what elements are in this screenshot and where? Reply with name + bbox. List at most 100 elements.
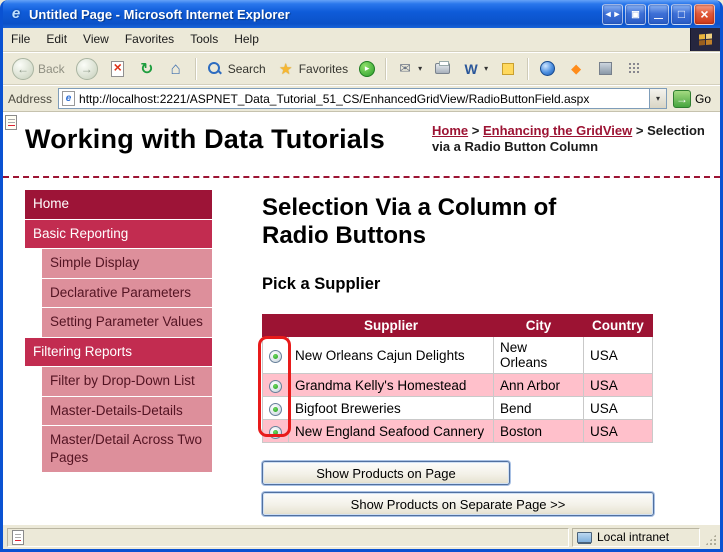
menu-help[interactable]: Help — [226, 28, 267, 51]
back-button[interactable]: ← Back — [8, 56, 69, 82]
cell-supplier: Bigfoot Breweries — [289, 397, 494, 420]
favorites-button[interactable]: ★ Favorites — [273, 58, 352, 80]
header-country: Country — [584, 315, 653, 337]
cell-country: USA — [584, 374, 653, 397]
cell-supplier: Grandma Kelly's Homestead — [289, 374, 494, 397]
table-row: Grandma Kelly's Homestead Ann Arbor USA — [263, 374, 653, 397]
cell-country: USA — [584, 397, 653, 420]
media-button[interactable]: ▸ — [355, 59, 379, 79]
sidebar-item-filter-by-dropdown-list[interactable]: Filter by Drop-Down List — [42, 367, 212, 396]
address-url: http://localhost:2221/ASPNET_Data_Tutori… — [79, 92, 645, 106]
table-row: Bigfoot Breweries Bend USA — [263, 397, 653, 420]
address-input[interactable]: e http://localhost:2221/ASPNET_Data_Tuto… — [58, 88, 667, 109]
back-arrow-icon: ← — [12, 58, 34, 80]
breadcrumb-separator: > — [632, 123, 647, 138]
titlebar-nav-button[interactable]: ◄► — [602, 4, 623, 25]
home-icon: ⌂ — [167, 60, 185, 78]
navigation-toolbar: ← Back → ↻ ⌂ Search ★ Favorites ▸ ✉ ▾ W … — [3, 52, 720, 85]
stop-button[interactable] — [105, 58, 131, 80]
toolbar-options-button[interactable] — [621, 58, 647, 80]
supplier-radio[interactable] — [269, 380, 282, 393]
go-arrow-icon: → — [673, 90, 691, 108]
show-products-separate-page-button[interactable]: Show Products on Separate Page >> — [262, 492, 654, 516]
forward-arrow-icon: → — [76, 58, 98, 80]
grid-header-row: Supplier City Country — [263, 315, 653, 337]
print-button[interactable] — [429, 58, 455, 80]
ie-logo-icon: e — [8, 6, 24, 22]
address-bar: Address e http://localhost:2221/ASPNET_D… — [3, 85, 720, 112]
sidebar-item-declarative-parameters[interactable]: Declarative Parameters — [42, 279, 212, 308]
title-bar: e Untitled Page - Microsoft Internet Exp… — [3, 0, 720, 28]
titlebar-screen-button[interactable]: ▣ — [625, 4, 646, 25]
page-header: Working with Data Tutorials Home > Enhan… — [3, 112, 720, 178]
breadcrumb-link-home[interactable]: Home — [432, 123, 468, 138]
messenger-button[interactable]: ◆ — [563, 58, 589, 80]
toolbar-separator — [195, 58, 196, 80]
cell-city: Boston — [494, 420, 584, 443]
sidebar-item-basic-reporting[interactable]: Basic Reporting — [25, 220, 212, 249]
media-icon: ▸ — [359, 61, 375, 77]
toolbar-separator — [527, 58, 528, 80]
cell-city: Ann Arbor — [494, 374, 584, 397]
table-row: New Orleans Cajun Delights New Orleans U… — [263, 337, 653, 374]
status-document-icon — [12, 530, 24, 545]
menu-tools[interactable]: Tools — [182, 28, 226, 51]
forward-button[interactable]: → — [72, 56, 102, 82]
sidebar-item-home[interactable]: Home — [25, 190, 212, 219]
favorites-star-icon: ★ — [277, 60, 295, 78]
address-dropdown-button[interactable]: ▾ — [649, 89, 666, 108]
maximize-button[interactable]: □ — [671, 4, 692, 25]
menu-edit[interactable]: Edit — [38, 28, 75, 51]
minimize-button[interactable]: — — [648, 4, 669, 25]
menu-bar: File Edit View Favorites Tools Help — [3, 28, 720, 52]
page-viewport: Working with Data Tutorials Home > Enhan… — [3, 112, 720, 524]
sidebar-item-simple-display[interactable]: Simple Display — [42, 249, 212, 278]
supplier-radio[interactable] — [269, 426, 282, 439]
breadcrumb-link-enhancing[interactable]: Enhancing the GridView — [483, 123, 632, 138]
refresh-button[interactable]: ↻ — [134, 58, 160, 80]
cell-country: USA — [584, 420, 653, 443]
address-label: Address — [8, 92, 52, 106]
mail-button[interactable]: ✉ ▾ — [392, 58, 426, 80]
mail-dropdown-icon: ▾ — [418, 64, 422, 73]
header-city: City — [494, 315, 584, 337]
cell-supplier: New England Seafood Cannery — [289, 420, 494, 443]
suppliers-grid: Supplier City Country New Orleans Cajun … — [262, 314, 653, 443]
stop-icon — [111, 61, 124, 77]
sidebar-item-setting-parameter-values[interactable]: Setting Parameter Values — [42, 308, 212, 337]
section-subtitle: Pick a Supplier — [262, 275, 708, 294]
menu-file[interactable]: File — [3, 28, 38, 51]
research-icon — [599, 62, 612, 75]
edit-with-word-button[interactable]: W ▾ — [458, 58, 492, 80]
zone-label: Local intranet — [597, 530, 669, 544]
cell-country: USA — [584, 337, 653, 374]
supplier-radio[interactable] — [269, 403, 282, 416]
supplier-radio[interactable] — [269, 350, 282, 363]
research-button[interactable] — [592, 58, 618, 80]
mail-icon: ✉ — [396, 60, 414, 78]
search-button[interactable]: Search — [202, 58, 270, 80]
globe-icon — [540, 61, 555, 76]
show-products-on-page-button[interactable]: Show Products on Page — [262, 461, 510, 485]
sidebar-item-master-detail-two-pages[interactable]: Master/Detail Across Two Pages — [42, 426, 212, 472]
go-button[interactable]: → Go — [673, 90, 715, 108]
cell-supplier: New Orleans Cajun Delights — [289, 337, 494, 374]
throbber-windows-logo-icon — [690, 28, 720, 51]
menu-spacer — [267, 28, 690, 51]
edit-icon — [502, 63, 514, 75]
sidebar-item-master-details-details[interactable]: Master-Details-Details — [42, 397, 212, 426]
menu-favorites[interactable]: Favorites — [117, 28, 182, 51]
close-button[interactable]: × — [694, 4, 715, 25]
main-content: Selection Via a Column of Radio Buttons … — [212, 190, 720, 523]
cell-city: Bend — [494, 397, 584, 420]
print-icon — [435, 63, 450, 74]
home-button[interactable]: ⌂ — [163, 58, 189, 80]
sidebar-item-filtering-reports[interactable]: Filtering Reports — [25, 338, 212, 367]
resize-grip[interactable] — [703, 528, 718, 547]
menu-view[interactable]: View — [75, 28, 117, 51]
edit-button[interactable] — [495, 58, 521, 80]
web-zone-button[interactable] — [534, 58, 560, 80]
page-icon: e — [62, 91, 75, 106]
header-radio-column — [263, 315, 289, 337]
header-supplier: Supplier — [289, 315, 494, 337]
